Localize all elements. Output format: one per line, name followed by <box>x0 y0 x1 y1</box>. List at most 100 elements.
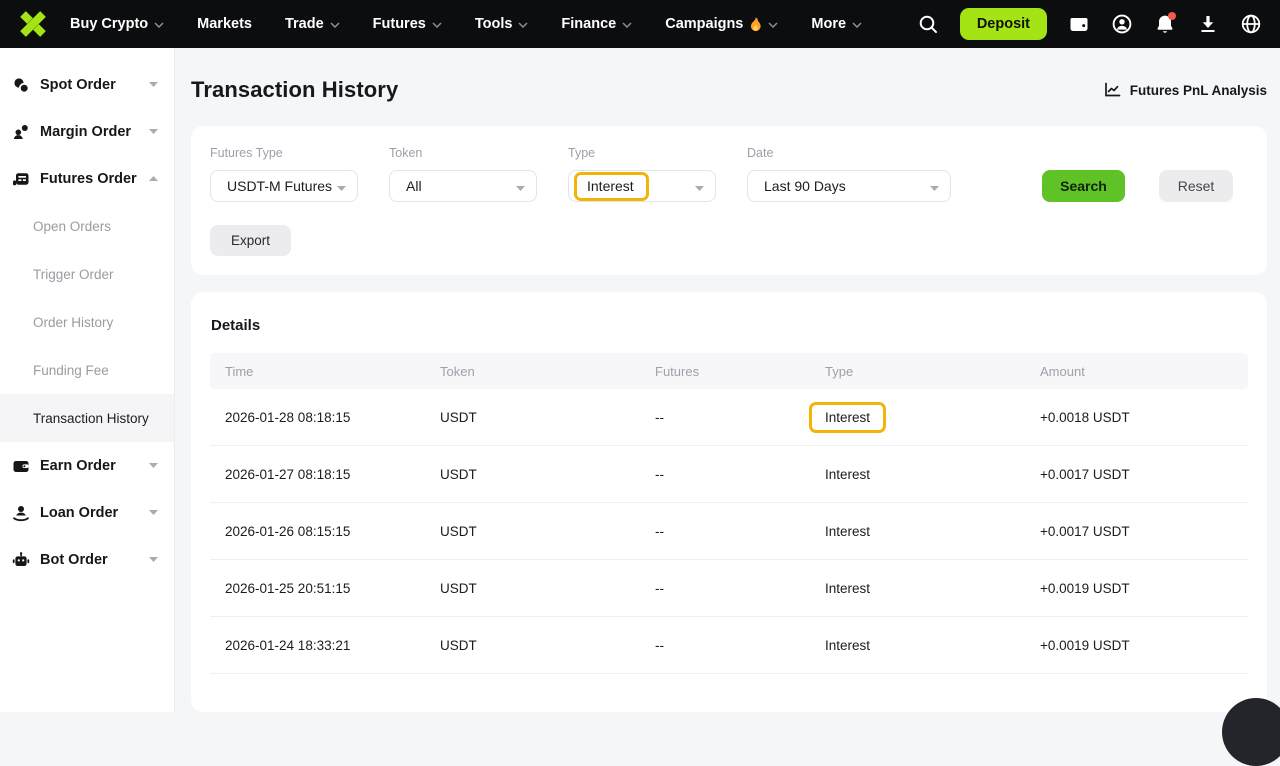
date-select[interactable]: Last 90 Days <box>747 170 951 202</box>
nav-label: Finance <box>561 16 616 32</box>
search-button[interactable]: Search <box>1042 170 1125 202</box>
sidebar-item-spot-order[interactable]: Spot Order <box>0 61 174 108</box>
chevron-down-icon <box>518 22 528 28</box>
filter-type: Type Interest <box>568 146 716 202</box>
cell-futures: -- <box>640 638 810 653</box>
cell-type: Interest <box>810 467 1025 482</box>
sidebar-item-label: Loan Order <box>40 505 118 521</box>
margin-order-icon <box>12 123 30 141</box>
nav-label: Buy Crypto <box>70 16 148 32</box>
cell-type: Interest <box>810 638 1025 653</box>
cell-time: 2026-01-26 08:15:15 <box>210 524 425 539</box>
details-title: Details <box>211 317 1248 334</box>
column-header-time: Time <box>210 364 425 379</box>
table-row: 2026-01-25 20:51:15 USDT -- Interest +0.… <box>210 560 1248 617</box>
futures-pnl-analysis-link[interactable]: Futures PnL Analysis <box>1104 82 1267 98</box>
token-select[interactable]: All <box>389 170 537 202</box>
nav-actions: Deposit <box>917 8 1262 40</box>
chevron-down-icon <box>852 22 862 28</box>
spot-order-icon <box>12 76 30 94</box>
export-button[interactable]: Export <box>210 225 291 256</box>
cell-time: 2026-01-24 18:33:21 <box>210 638 425 653</box>
reset-button[interactable]: Reset <box>1159 170 1233 202</box>
sidebar-item-margin-order[interactable]: Margin Order <box>0 108 174 155</box>
chevron-down-icon <box>154 22 164 28</box>
download-app-icon[interactable] <box>1197 13 1219 35</box>
chevron-down-icon <box>149 129 158 134</box>
cell-token: USDT <box>425 581 640 596</box>
support-chat-button[interactable] <box>1222 698 1280 766</box>
sidebar: Spot Order Margin Order Futures Order Op… <box>0 48 175 712</box>
sidebar-item-label: Futures Order <box>40 171 137 187</box>
cell-futures: -- <box>640 467 810 482</box>
nav-buy-crypto[interactable]: Buy Crypto <box>70 16 164 32</box>
table-row: 2026-01-24 18:33:21 USDT -- Interest +0.… <box>210 617 1248 674</box>
search-icon[interactable] <box>917 13 939 35</box>
pnl-link-label: Futures PnL Analysis <box>1130 83 1267 98</box>
wallet-icon[interactable] <box>1068 13 1090 35</box>
bot-order-icon <box>12 551 30 569</box>
table-row: 2026-01-27 08:18:15 USDT -- Interest +0.… <box>210 446 1248 503</box>
sidebar-subitem-order-history[interactable]: Order History <box>0 298 174 346</box>
cell-token: USDT <box>425 638 640 653</box>
language-globe-icon[interactable] <box>1240 13 1262 35</box>
futures-type-select[interactable]: USDT-M Futures <box>210 170 358 202</box>
sidebar-subitem-transaction-history[interactable]: Transaction History <box>0 394 174 442</box>
filter-token: Token All <box>389 146 537 202</box>
top-navigation: Buy Crypto Markets Trade Futures Tools F… <box>0 0 1280 48</box>
sidebar-subitem-open-orders[interactable]: Open Orders <box>0 202 174 250</box>
nav-label: Campaigns <box>665 16 743 32</box>
filter-futures-type: Futures Type USDT-M Futures <box>210 146 358 202</box>
cell-type: Interest <box>810 581 1025 596</box>
chevron-down-icon <box>149 463 158 468</box>
cell-amount: +0.0019 USDT <box>1025 638 1248 653</box>
chevron-down-icon <box>330 22 340 28</box>
main-content: Transaction History Futures PnL Analysis… <box>175 48 1280 712</box>
table-header-row: Time Token Futures Type Amount <box>210 353 1248 389</box>
filter-label: Token <box>389 146 537 160</box>
nav-markets[interactable]: Markets <box>197 16 252 32</box>
sidebar-item-bot-order[interactable]: Bot Order <box>0 536 174 583</box>
flame-icon <box>749 17 762 32</box>
cell-time: 2026-01-28 08:18:15 <box>210 410 425 425</box>
nav-tools[interactable]: Tools <box>475 16 529 32</box>
brand-logo-icon[interactable] <box>18 9 48 39</box>
sidebar-item-label: Bot Order <box>40 552 108 568</box>
nav-campaigns[interactable]: Campaigns <box>665 16 778 32</box>
cell-amount: +0.0018 USDT <box>1025 410 1248 425</box>
cell-time: 2026-01-27 08:18:15 <box>210 467 425 482</box>
select-value: USDT-M Futures <box>227 178 332 194</box>
column-header-type: Type <box>810 364 1025 379</box>
chevron-down-icon <box>622 22 632 28</box>
nav-futures[interactable]: Futures <box>373 16 442 32</box>
chevron-up-icon <box>149 176 158 181</box>
sidebar-subitem-funding-fee[interactable]: Funding Fee <box>0 346 174 394</box>
chart-line-icon <box>1104 82 1121 98</box>
chevron-down-icon <box>149 510 158 515</box>
chevron-down-icon <box>149 82 158 87</box>
select-value: Last 90 Days <box>764 178 846 194</box>
sidebar-item-loan-order[interactable]: Loan Order <box>0 489 174 536</box>
table-row: 2026-01-28 08:18:15 USDT -- Interest +0.… <box>210 389 1248 446</box>
nav-label: Trade <box>285 16 324 32</box>
nav-finance[interactable]: Finance <box>561 16 632 32</box>
chevron-down-icon <box>768 22 778 28</box>
cell-time: 2026-01-25 20:51:15 <box>210 581 425 596</box>
cell-token: USDT <box>425 410 640 425</box>
cell-type: Interest <box>810 402 1025 433</box>
type-select[interactable]: Interest <box>568 170 716 202</box>
sidebar-item-earn-order[interactable]: Earn Order <box>0 442 174 489</box>
filter-date: Date Last 90 Days <box>747 146 951 202</box>
nav-trade[interactable]: Trade <box>285 16 340 32</box>
notification-bell-icon[interactable] <box>1154 13 1176 35</box>
filter-label: Type <box>568 146 716 160</box>
nav-more[interactable]: More <box>811 16 862 32</box>
nav-label: Futures <box>373 16 426 32</box>
sidebar-item-label: Earn Order <box>40 458 116 474</box>
sidebar-item-futures-order[interactable]: Futures Order <box>0 155 174 202</box>
sidebar-subitem-trigger-order[interactable]: Trigger Order <box>0 250 174 298</box>
user-profile-icon[interactable] <box>1111 13 1133 35</box>
deposit-button[interactable]: Deposit <box>960 8 1047 40</box>
table-row: 2026-01-26 08:15:15 USDT -- Interest +0.… <box>210 503 1248 560</box>
cell-token: USDT <box>425 467 640 482</box>
